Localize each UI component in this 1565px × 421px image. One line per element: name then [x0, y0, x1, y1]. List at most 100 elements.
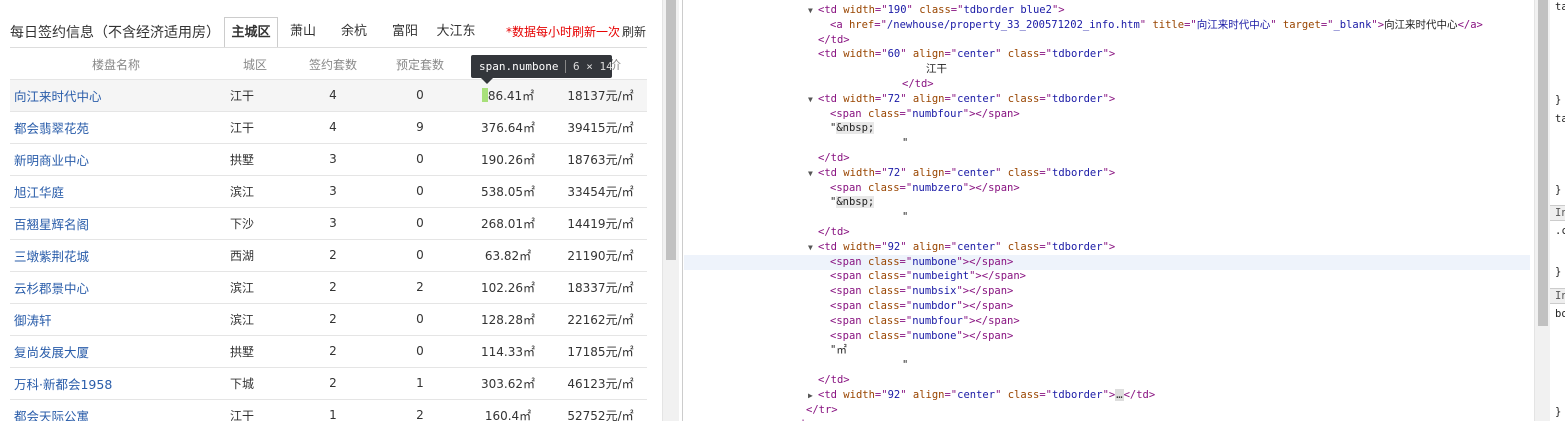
dom-node-line[interactable]: ▼ <td width="72" align="center" class="td…: [684, 166, 1115, 181]
dom-node-line[interactable]: <span class="numbfour"></span>: [684, 314, 1020, 329]
code-token-attr: width: [843, 48, 875, 61]
dom-node-line[interactable]: "㎡: [684, 343, 847, 358]
code-token-val: tdborder: [1052, 240, 1103, 253]
dom-node-line[interactable]: ▼ <td width="190" class="tdborder blue2">: [684, 3, 1065, 18]
devtools-splitter[interactable]: [679, 0, 683, 421]
code-token-tag: "></span>: [956, 255, 1014, 268]
expand-triangle-icon[interactable]: ▶: [808, 388, 818, 403]
dom-node-selected[interactable]: <span class="numbone"></span>: [684, 254, 1530, 270]
dom-node-line[interactable]: 江干: [684, 62, 947, 77]
signed-count-cell: 1: [288, 399, 378, 421]
page-scrollbar-thumb[interactable]: [666, 0, 676, 260]
collapse-triangle-icon[interactable]: ▼: [808, 240, 818, 255]
column-header-reserved: 预定套数: [378, 50, 462, 80]
code-token-attr: class: [1007, 388, 1040, 401]
project-name-link[interactable]: 云杉郡景中心: [10, 271, 222, 304]
project-name-link[interactable]: 向江来时代中心: [10, 79, 222, 112]
project-name-link[interactable]: 都会天际公寓: [10, 399, 222, 421]
collapse-triangle-icon[interactable]: ▼: [808, 166, 818, 181]
code-token-tag: ": [995, 166, 1008, 179]
reserved-count-cell: 2: [378, 399, 462, 421]
tab-dajiangdong[interactable]: 大江东: [430, 17, 482, 48]
collapse-triangle-icon[interactable]: ▼: [808, 3, 818, 18]
code-token-tag: =": [1184, 18, 1197, 31]
dom-node-line[interactable]: </td>: [684, 373, 850, 388]
code-token-val: center: [957, 240, 996, 253]
code-token-tag: <a: [830, 18, 849, 31]
project-name-link[interactable]: 百翘星辉名阁: [10, 207, 222, 240]
table-row: 御涛轩 滨江 2 0 128.28㎡ 22162元/㎡: [10, 303, 647, 336]
code-token-attr: width: [843, 388, 875, 401]
code-token-val: 92: [887, 388, 901, 401]
code-token-tag: =": [874, 48, 888, 61]
project-name-link[interactable]: 三墩紫荆花城: [10, 239, 222, 272]
dom-node-line[interactable]: ▼ <td width="72" align="center" class="td…: [684, 92, 1115, 107]
page-scrollbar[interactable]: [662, 0, 679, 421]
reserved-count-cell: 0: [378, 79, 462, 112]
code-token-tag: </td>: [902, 78, 934, 90]
district-cell: 江干: [222, 111, 288, 144]
reserved-count-cell: 0: [378, 335, 462, 368]
dom-node-line[interactable]: ▶ <td width="92" align="center" class="td…: [684, 388, 1155, 403]
project-name-link[interactable]: 都会翡翠花苑: [10, 111, 222, 144]
code-token-val: 72: [887, 166, 901, 179]
area-cell: 538.05㎡: [462, 175, 554, 208]
signed-count-cell: 2: [288, 239, 378, 272]
page-viewport: 每日签约信息（不含经济适用房） 主城区 萧山 余杭 富阳 大江东 *数据每小时刷…: [0, 0, 662, 421]
dom-node-line[interactable]: <span class="numbeight"></span>: [684, 269, 1026, 284]
devtools-scrollbar[interactable]: [1534, 0, 1550, 421]
code-token-tag: =": [944, 166, 958, 179]
dom-node-line[interactable]: ": [684, 136, 908, 151]
dom-node-line[interactable]: <a href="/newhouse/property_33_200571202…: [684, 18, 1483, 33]
tab-fuyang[interactable]: 富阳: [380, 17, 430, 48]
dom-node-line[interactable]: <span class="numbfour"></span>: [684, 107, 1020, 122]
column-header-signed: 签约套数: [288, 50, 378, 80]
table-row: 旭江华庭 滨江 3 0 538.05㎡ 33454元/㎡: [10, 175, 647, 208]
dom-node-line[interactable]: <span class="numbone"></span>: [684, 329, 1013, 344]
dom-node-line[interactable]: ": [684, 210, 908, 225]
dom-node-line[interactable]: "&nbsp;: [684, 195, 875, 210]
code-token-val: tdborder: [1052, 388, 1103, 401]
tab-yuhang[interactable]: 余杭: [328, 17, 380, 48]
district-tabs: 主城区 萧山 余杭 富阳 大江东: [224, 17, 482, 48]
dom-node-line[interactable]: <span class="numbdor"></span>: [684, 299, 1013, 314]
code-token-val: numbfour: [912, 107, 963, 120]
code-token-val: 190: [887, 4, 907, 16]
refresh-link[interactable]: 刷新: [622, 23, 646, 40]
dom-node-line[interactable]: "&nbsp;: [684, 121, 875, 136]
code-token-tag: ">: [1102, 92, 1116, 105]
code-token-tag: ": [900, 92, 913, 105]
dom-node-line[interactable]: </td>: [684, 151, 850, 166]
tooltip-separator: [565, 60, 566, 73]
project-name-link[interactable]: 旭江华庭: [10, 175, 222, 208]
dom-node-line[interactable]: <td width="60" align="center" class="tdb…: [684, 47, 1115, 62]
price-cell: 21190元/㎡: [554, 239, 647, 272]
tab-main-city[interactable]: 主城区: [224, 17, 278, 48]
dom-node-line[interactable]: </td>: [684, 33, 850, 48]
tab-xiaoshan[interactable]: 萧山: [278, 17, 328, 48]
code-token-tag: "></span>: [962, 181, 1020, 194]
project-name-link[interactable]: 御涛轩: [10, 303, 222, 336]
signed-count-cell: 2: [288, 335, 378, 368]
dom-node-line[interactable]: </td>: [684, 225, 850, 240]
dom-node-line[interactable]: </tr>: [684, 403, 838, 418]
collapse-triangle-icon[interactable]: ▼: [808, 92, 818, 107]
code-token-dots: …: [1115, 388, 1124, 401]
project-name-link[interactable]: 复尚发展大厦: [10, 335, 222, 368]
project-name-link[interactable]: 新明商业中心: [10, 143, 222, 176]
code-token-tag: "></span>: [956, 329, 1014, 342]
dom-node-line[interactable]: </td>: [684, 77, 934, 92]
code-token-tag: =": [899, 329, 913, 342]
code-token-val: 72: [887, 92, 901, 105]
dom-node-line[interactable]: ": [684, 358, 908, 373]
project-name-link[interactable]: 万科·新都会1958: [10, 367, 222, 400]
code-token-tag: =": [899, 255, 913, 268]
code-token-val: center: [957, 48, 996, 61]
dom-node-line[interactable]: ▼ <td width="92" align="center" class="td…: [684, 240, 1115, 255]
dom-node-line[interactable]: <span class="numbzero"></span>: [684, 181, 1020, 196]
price-cell: 18137元/㎡: [554, 79, 647, 112]
code-token-tag: </td>: [1123, 388, 1156, 401]
devtools-scrollbar-thumb[interactable]: [1538, 0, 1548, 326]
dom-node-line[interactable]: <span class="numbsix"></span>: [684, 284, 1013, 299]
dom-node-line[interactable]: <tr>: [684, 417, 819, 421]
